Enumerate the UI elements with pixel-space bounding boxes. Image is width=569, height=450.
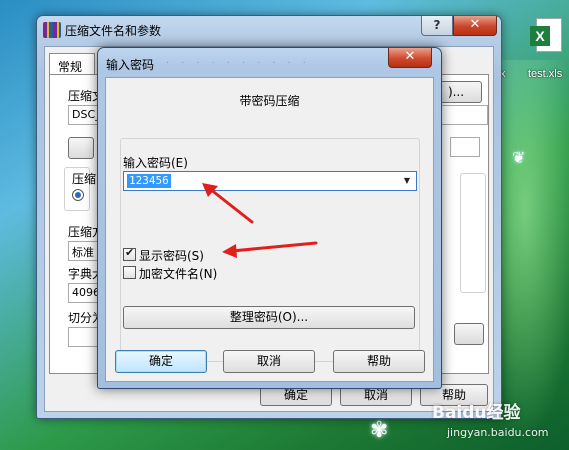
dialog-title: 输入密码 — [106, 58, 155, 72]
desktop-file-label[interactable]: test.xls — [528, 68, 562, 80]
profile-button[interactable] — [68, 137, 94, 159]
encrypt-filenames-label[interactable]: 加密文件名(N) — [139, 265, 217, 282]
dialog-ok-button[interactable]: 确定 — [115, 350, 207, 373]
dictionary-value: 4096 — [72, 286, 100, 299]
tab-general[interactable]: 常规 — [49, 53, 95, 75]
dialog-cancel-button[interactable]: 取消 — [223, 350, 315, 373]
dialog-help-button[interactable]: 帮助 — [333, 350, 425, 373]
password-dialog: 输入密码 ·········· ✕ 带密码压缩 输入密码(E) 123456 ▼… — [97, 47, 442, 389]
show-password-checkbox[interactable] — [123, 246, 136, 261]
format-radio[interactable] — [72, 189, 84, 201]
password-input[interactable]: 123456 ▼ — [123, 171, 417, 191]
set-password-button[interactable] — [454, 323, 484, 345]
excel-badge: X — [530, 26, 550, 46]
password-label: 输入密码(E) — [123, 156, 188, 170]
update-mode-select[interactable] — [450, 137, 480, 157]
window-close-button[interactable]: ✕ — [453, 16, 497, 36]
format-label: 压缩 — [72, 172, 97, 186]
window-title: 压缩文件名和参数 — [65, 24, 162, 38]
butterfly-icon: ❦ — [512, 148, 526, 167]
dialog-client-area: 带密码压缩 输入密码(E) 123456 ▼ 显示密码(S) 加密文件名(N) … — [105, 77, 434, 382]
dropdown-arrow-icon[interactable]: ▼ — [400, 174, 414, 188]
dictionary-select[interactable]: 4096 — [68, 283, 100, 303]
flower-icon: ✾ — [370, 418, 389, 443]
baidu-watermark: Baidu经验 — [432, 403, 521, 423]
dialog-close-button[interactable]: ✕ — [388, 48, 432, 68]
password-value: 123456 — [127, 174, 171, 188]
excel-file-icon[interactable]: X — [530, 18, 562, 54]
encrypt-filenames-checkbox[interactable] — [123, 266, 136, 279]
winrar-app-icon — [43, 22, 61, 38]
method-value: 标准 — [72, 246, 94, 259]
method-select[interactable]: 标准 — [68, 241, 100, 261]
organize-passwords-button[interactable]: 整理密码(O)... — [123, 306, 415, 329]
split-field[interactable] — [68, 327, 100, 347]
dialog-title-shadow: ·········· — [166, 58, 318, 69]
window-help-button[interactable]: ? — [421, 16, 453, 36]
baidu-watermark-url: jingyan.baidu.com — [447, 426, 549, 439]
options-group — [460, 173, 486, 293]
show-password-label[interactable]: 显示密码(S) — [139, 247, 204, 264]
dialog-heading: 带密码压缩 — [239, 94, 300, 108]
